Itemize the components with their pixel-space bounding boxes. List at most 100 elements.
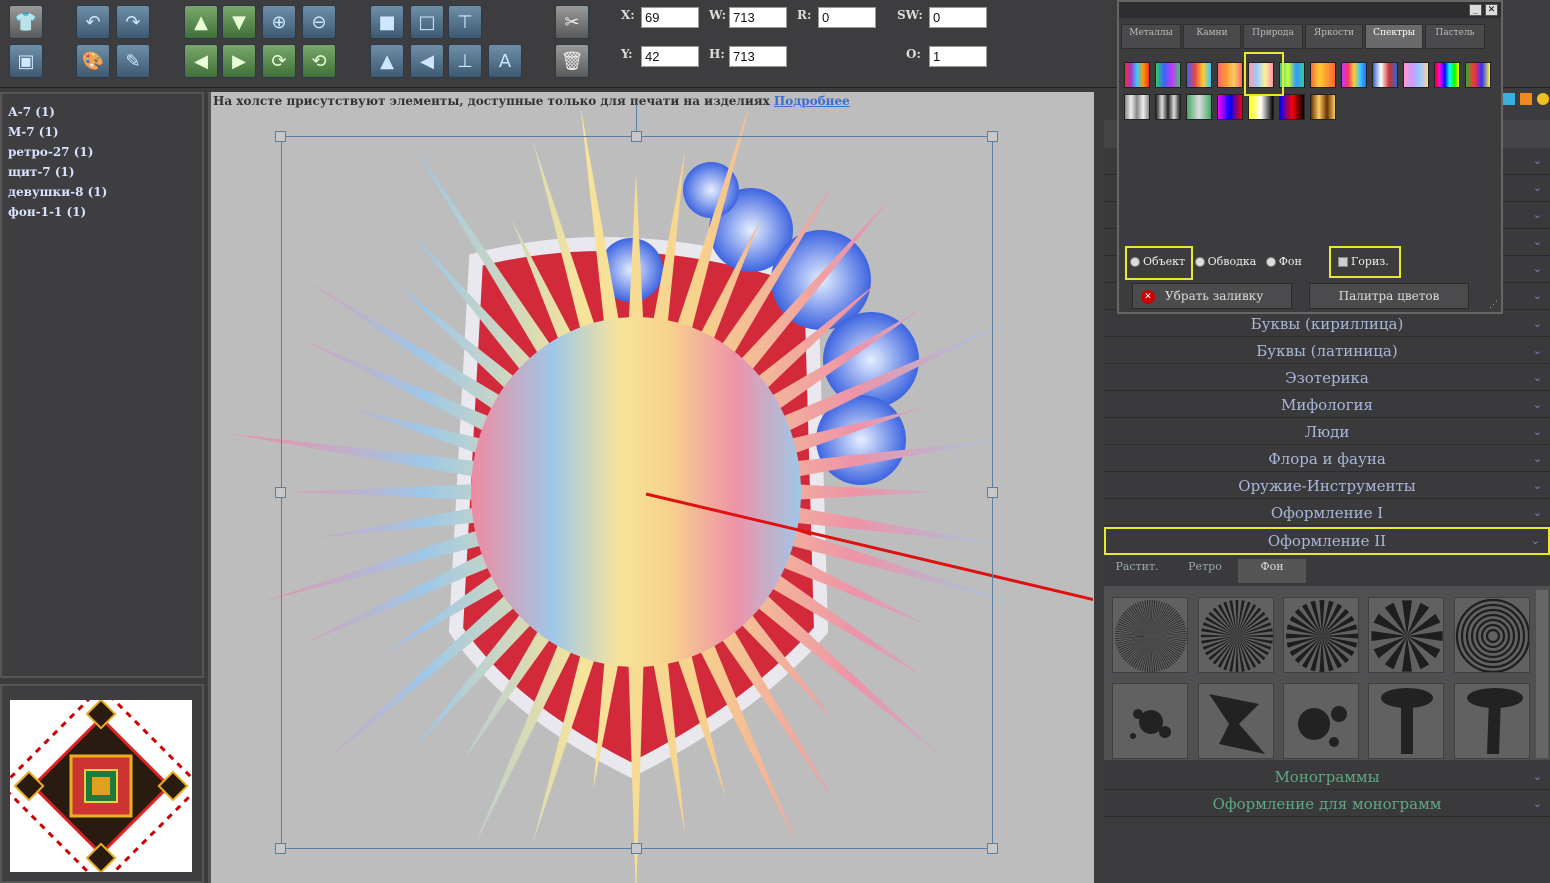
send-back-icon[interactable]: □ — [410, 5, 444, 39]
x-field[interactable]: 69 — [641, 7, 699, 28]
layer-item[interactable]: девушки-8 (1) — [2, 182, 202, 202]
category-esoteric[interactable]: Эзотерика ⌄ — [1104, 365, 1550, 391]
gradient-swatch[interactable] — [1155, 94, 1181, 120]
distribute-icon[interactable]: ⊥ — [448, 44, 482, 78]
subtab-plants[interactable]: Растит. — [1108, 559, 1166, 583]
gradient-swatch[interactable] — [1124, 94, 1150, 120]
letter-a-icon[interactable]: A — [488, 44, 522, 78]
remove-fill-button[interactable]: ✕ Убрать заливку — [1132, 283, 1292, 309]
layer-item[interactable]: А-7 (1) — [2, 102, 202, 122]
save-icon[interactable]: ▣ — [9, 44, 43, 78]
flip-vertical-icon[interactable]: ▲ — [370, 44, 404, 78]
subtab-background[interactable]: Фон — [1238, 559, 1306, 583]
w-field[interactable]: 713 — [729, 7, 787, 28]
add-edit-icon[interactable]: ✎ — [116, 44, 150, 78]
arrow-left-icon[interactable]: ◀ — [184, 44, 218, 78]
gradient-swatch[interactable] — [1124, 62, 1150, 88]
grunge-tile[interactable] — [1198, 683, 1274, 759]
sw-field[interactable]: 0 — [929, 7, 987, 28]
tab-pastel[interactable]: Пастель — [1425, 24, 1485, 49]
close-icon[interactable]: ✕ — [1485, 4, 1498, 16]
gradient-swatch[interactable] — [1217, 62, 1243, 88]
flip-horizontal-icon[interactable]: ◀ — [410, 44, 444, 78]
bring-front-icon[interactable]: ■ — [370, 5, 404, 39]
arrow-right-icon[interactable]: ▶ — [222, 44, 256, 78]
tab-metals[interactable]: Металлы — [1121, 24, 1181, 49]
y-field[interactable]: 42 — [641, 46, 699, 67]
tshirt-icon[interactable]: 👕 — [9, 5, 43, 39]
rotate-cw-icon[interactable]: ⟳ — [262, 44, 296, 78]
align-center-icon[interactable]: ⊤ — [448, 5, 482, 39]
redo-icon[interactable]: ↷ — [116, 5, 150, 39]
resize-handle[interactable] — [275, 843, 286, 854]
gradient-swatch[interactable] — [1217, 94, 1243, 120]
resize-handle[interactable] — [631, 131, 642, 142]
starburst-tile[interactable] — [1198, 597, 1274, 673]
layer-item[interactable]: фон-1-1 (1) — [2, 202, 202, 222]
category-weapons-tools[interactable]: Оружие-Инструменты ⌄ — [1104, 473, 1550, 499]
gradient-swatch[interactable] — [1310, 94, 1336, 120]
rays-tile[interactable] — [1283, 597, 1359, 673]
category-flora-fauna[interactable]: Флора и фауна ⌄ — [1104, 446, 1550, 472]
gradient-swatch[interactable] — [1403, 62, 1429, 88]
gradient-swatch[interactable] — [1279, 94, 1305, 120]
minimize-icon[interactable]: _ — [1469, 4, 1482, 16]
layer-item[interactable]: щит-7 (1) — [2, 162, 202, 182]
gradient-swatch[interactable] — [1465, 62, 1491, 88]
resize-grip-icon[interactable]: ⋰ — [1489, 300, 1499, 310]
layer-item[interactable]: ретро-27 (1) — [2, 142, 202, 162]
arrow-down-icon[interactable]: ▼ — [222, 5, 256, 39]
r-field[interactable]: 0 — [818, 7, 876, 28]
gradient-swatch[interactable] — [1310, 62, 1336, 88]
concentric-circles-tile[interactable] — [1454, 597, 1530, 673]
object-radio[interactable]: Объект — [1130, 255, 1185, 268]
trash-icon[interactable]: 🗑 — [555, 44, 589, 78]
resize-handle[interactable] — [631, 843, 642, 854]
undo-icon[interactable]: ↶ — [76, 5, 110, 39]
category-mythology[interactable]: Мифология ⌄ — [1104, 392, 1550, 418]
zoom-in-icon[interactable]: ⊕ — [262, 5, 296, 39]
subtab-retro[interactable]: Ретро — [1176, 559, 1234, 583]
stroke-radio[interactable]: Обводка — [1194, 255, 1256, 268]
tab-brightness[interactable]: Яркости — [1305, 24, 1363, 49]
palette-icon[interactable]: 🎨 — [76, 44, 110, 78]
splatter-tile[interactable] — [1112, 683, 1188, 759]
starburst-tile-fine[interactable] — [1112, 597, 1188, 673]
gradient-swatch[interactable] — [1372, 62, 1398, 88]
h-field[interactable]: 713 — [729, 46, 787, 67]
category-monograms[interactable]: Монограммы ⌄ — [1104, 764, 1550, 790]
selection-box[interactable] — [281, 136, 993, 849]
color-palette-button[interactable]: Палитра цветов — [1309, 283, 1469, 309]
layer-item[interactable]: М-7 (1) — [2, 122, 202, 142]
resize-handle[interactable] — [987, 487, 998, 498]
zoom-out-icon[interactable]: ⊖ — [302, 5, 336, 39]
notice-more-link[interactable]: Подробнее — [774, 94, 850, 108]
wide-rays-tile[interactable] — [1368, 597, 1444, 673]
splatter-tile-2[interactable] — [1283, 683, 1359, 759]
resize-handle[interactable] — [275, 487, 286, 498]
resize-handle[interactable] — [987, 131, 998, 142]
gradient-swatch[interactable] — [1155, 62, 1181, 88]
background-radio[interactable]: Фон — [1265, 255, 1302, 268]
tab-stones[interactable]: Камни — [1183, 24, 1241, 49]
gradient-swatch[interactable] — [1186, 94, 1212, 120]
drip-tile-2[interactable] — [1454, 683, 1530, 759]
gradient-swatch[interactable] — [1248, 94, 1274, 120]
category-people[interactable]: Люди ⌄ — [1104, 419, 1550, 445]
odnoklassniki-icon[interactable] — [1520, 93, 1532, 105]
o-field[interactable]: 1 — [929, 46, 987, 67]
horizontal-checkbox[interactable]: Гориз. — [1338, 255, 1389, 268]
gradient-swatch[interactable] — [1186, 62, 1212, 88]
resize-handle[interactable] — [987, 843, 998, 854]
drip-tile[interactable] — [1368, 683, 1444, 759]
social-icon[interactable] — [1503, 93, 1515, 105]
category-cyrillic[interactable]: Буквы (кириллица) ⌄ — [1104, 311, 1550, 337]
category-monogram-decor[interactable]: Оформление для монограмм ⌄ — [1104, 791, 1550, 817]
gradient-swatch[interactable] — [1434, 62, 1460, 88]
tile-scrollbar[interactable] — [1536, 590, 1548, 758]
resize-handle[interactable] — [275, 131, 286, 142]
tab-spectra[interactable]: Спектры — [1365, 24, 1423, 49]
social-icon[interactable] — [1537, 93, 1549, 105]
tools-icon[interactable]: ✂ — [555, 5, 589, 39]
category-decor-2[interactable]: Оформление II ⌄ — [1104, 527, 1550, 555]
